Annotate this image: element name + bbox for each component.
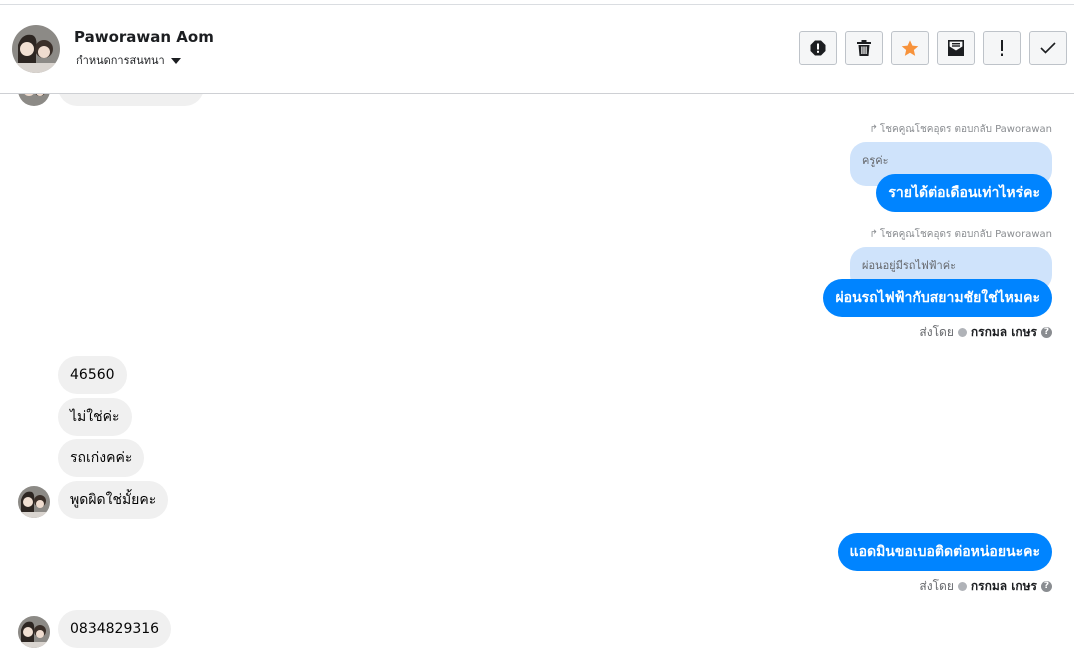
delete-button[interactable] [845, 31, 883, 65]
contact-avatar[interactable] [12, 25, 60, 73]
message-text: แอดมินขอเบอติดต่อหน่อยนะคะ [849, 544, 1040, 560]
contact-avatar-small [18, 94, 50, 106]
exclamation-icon [1001, 40, 1003, 56]
message-text: ผ่อนรถไฟฟ้ากับสยามชัยใช่ไหมคะ [835, 290, 1040, 306]
message-bubble-incoming[interactable]: ไม่ใช่ค่ะ [58, 398, 132, 436]
sent-by-info: ส่งโดย กรกมล เกษร ? [919, 323, 1052, 342]
message-bubble-outgoing[interactable]: แอดมินขอเบอติดต่อหน่อยนะคะ [837, 533, 1052, 571]
message-bubble-incoming[interactable]: พูดผิดใช่มั้ยคะ [58, 481, 169, 519]
star-icon [901, 39, 919, 56]
help-icon[interactable]: ? [1041, 327, 1052, 338]
reply-indicator: ↱ โชคคูณโชคอุดร ตอบกลับ Paworawan [869, 122, 1052, 137]
message-text: รายได้ต่อเดือนเท่าไหร่คะ [888, 185, 1040, 201]
message-bubble-incoming[interactable] [58, 94, 204, 106]
contact-avatar-small[interactable] [18, 486, 50, 518]
reply-arrow-icon: ↱ [869, 229, 878, 240]
message-thread[interactable]: ↱ โชคคูณโชคอุดร ตอบกลับ Paworawan ครูค่ะ… [0, 94, 1074, 664]
assign-conversation-dropdown[interactable]: กำหนดการสนทนา [76, 51, 181, 69]
message-bubble-incoming[interactable]: 46560 [58, 356, 127, 394]
mark-unread-button[interactable] [937, 31, 975, 65]
verified-icon [957, 582, 967, 591]
reply-meta-text: โชคคูณโชคอุดร ตอบกลับ Paworawan [879, 124, 1052, 135]
quoted-text: ครูค่ะ [862, 154, 889, 167]
conversation-header: Paworawan Aom กำหนดการสนทนา [0, 5, 1074, 94]
action-toolbar [799, 31, 1067, 65]
assign-label: กำหนดการสนทนา [76, 54, 165, 67]
message-text: 0834829316 [70, 621, 160, 637]
message-bubble-incoming[interactable]: รถเก่งคค่ะ [58, 439, 145, 477]
reply-arrow-icon: ↱ [869, 124, 878, 135]
help-icon[interactable]: ? [1041, 581, 1052, 592]
sent-by-info: ส่งโดย กรกมล เกษร ? [919, 577, 1052, 596]
checkmark-icon [1040, 42, 1056, 54]
chevron-down-icon [170, 58, 181, 64]
message-bubble-outgoing[interactable]: รายได้ต่อเดือนเท่าไหร่คะ [876, 174, 1052, 212]
sent-by-label: ส่งโดย [919, 579, 954, 593]
message-bubble-outgoing[interactable]: ผ่อนรถไฟฟ้ากับสยามชัยใช่ไหมคะ [823, 279, 1052, 317]
mark-spam-button[interactable] [799, 31, 837, 65]
contact-avatar-small[interactable] [18, 616, 50, 648]
reply-meta-text: โชคคูณโชคอุดร ตอบกลับ Paworawan [879, 229, 1052, 240]
trash-icon [857, 40, 871, 56]
alert-octagon-icon [810, 40, 826, 56]
priority-button[interactable] [983, 31, 1021, 65]
sender-name[interactable]: กรกมล เกษร [971, 323, 1037, 342]
reply-indicator: ↱ โชคคูณโชคอุดร ตอบกลับ Paworawan [869, 227, 1052, 242]
sent-by-label: ส่งโดย [919, 325, 954, 339]
message-text: 46560 [70, 367, 115, 383]
star-button[interactable] [891, 31, 929, 65]
mark-done-button[interactable] [1029, 31, 1067, 65]
message-text: พูดผิดใช่มั้ยคะ [70, 492, 157, 508]
contact-name[interactable]: Paworawan Aom [74, 28, 214, 46]
message-text: ไม่ใช่ค่ะ [70, 409, 120, 425]
message-text: รถเก่งคค่ะ [70, 450, 133, 466]
message-bubble-incoming[interactable]: 0834829316 [58, 610, 172, 648]
envelope-icon [948, 40, 964, 56]
verified-icon [957, 328, 967, 337]
quoted-text: ผ่อนอยู่มีรถไฟฟ้าค่ะ [862, 259, 956, 272]
sender-name[interactable]: กรกมล เกษร [971, 577, 1037, 596]
